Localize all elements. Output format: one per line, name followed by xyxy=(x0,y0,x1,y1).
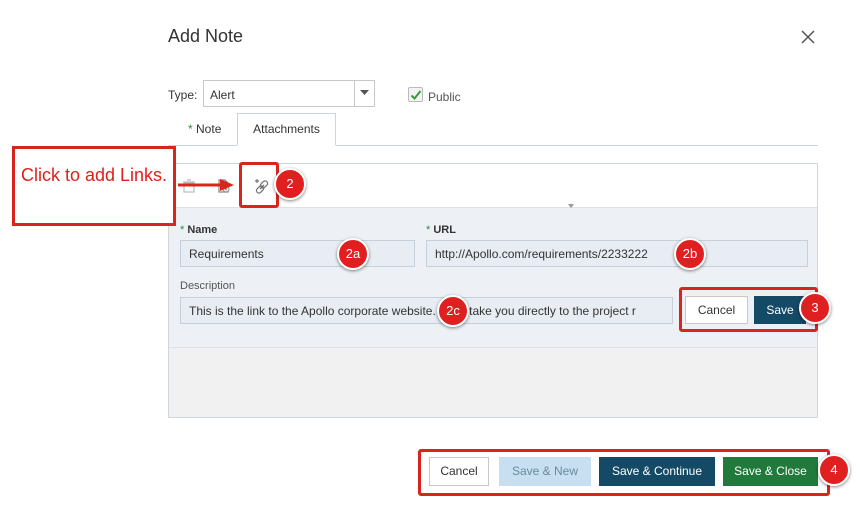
highlight-link-buttons xyxy=(679,287,818,332)
type-select-value: Alert xyxy=(210,88,235,102)
tab-note[interactable]: * Note xyxy=(188,122,221,136)
step-badge-3: 3 xyxy=(799,292,831,324)
required-marker: * xyxy=(188,122,193,136)
public-checkbox[interactable] xyxy=(408,87,423,102)
step-badge-4: 4 xyxy=(818,454,850,486)
chevron-down-icon[interactable] xyxy=(354,81,374,106)
type-select[interactable]: Alert xyxy=(203,80,375,107)
highlight-add-link xyxy=(239,162,279,208)
url-field[interactable]: http://Apollo.com/requirements/2233222 xyxy=(426,240,808,267)
name-label: * Name xyxy=(180,224,218,236)
step-badge-2: 2 xyxy=(274,168,306,200)
close-icon[interactable] xyxy=(797,26,819,48)
url-label: * URL xyxy=(426,224,456,236)
callout-arrow xyxy=(178,179,234,191)
callout-text: Click to add Links. xyxy=(12,146,176,226)
name-field[interactable]: Requirements xyxy=(180,240,415,267)
tab-attachments[interactable]: Attachments xyxy=(237,113,336,146)
highlight-footer-buttons xyxy=(418,449,830,496)
type-label: Type: xyxy=(168,88,198,102)
dialog-title: Add Note xyxy=(168,26,244,46)
tab-note-label: Note xyxy=(196,122,222,136)
description-field[interactable]: This is the link to the Apollo corporate… xyxy=(180,297,673,324)
public-label: Public xyxy=(428,90,461,104)
step-badge-2c: 2c xyxy=(437,295,469,327)
description-label: Description xyxy=(180,280,236,292)
step-badge-2b: 2b xyxy=(674,238,706,270)
step-badge-2a: 2a xyxy=(337,238,369,270)
